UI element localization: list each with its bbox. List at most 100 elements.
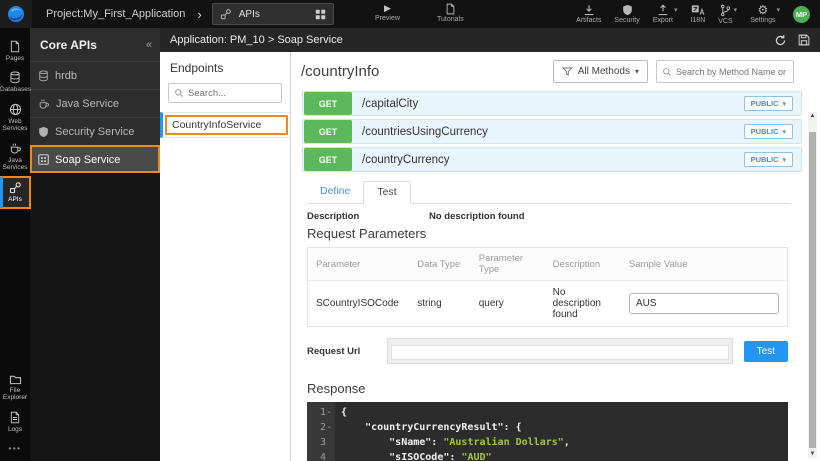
scrollbar-thumb[interactable] [809, 132, 816, 448]
chevron-down-icon: ▾ [734, 6, 738, 14]
application-breadcrumb: Application: PM_10 > Soap Service [170, 34, 774, 46]
translate-icon [691, 4, 705, 16]
param-name-cell: SCountryISOCode [308, 281, 410, 327]
user-avatar[interactable]: MP [793, 6, 810, 23]
chevron-down-icon: ▾ [782, 156, 786, 164]
export-button[interactable]: Export ▾ [653, 4, 678, 24]
refresh-icon[interactable] [774, 34, 787, 47]
soap-service-icon [38, 154, 49, 165]
preview-button[interactable]: ▶ Preview [375, 3, 400, 22]
request-parameters-table: Parameter Data Type Parameter Type Descr… [307, 247, 788, 327]
collapse-panel-icon[interactable]: « [146, 39, 152, 51]
endpoint-row-capitalcity[interactable]: GET /capitalCity PUBLIC ▾ [302, 91, 802, 116]
tutorials-button[interactable]: Tutorials [437, 3, 464, 23]
topbar-right-actions: Artifacts Security Export ▾ [576, 4, 820, 25]
description-value: No description found [429, 211, 525, 222]
service-path-title: /countryInfo [301, 63, 553, 80]
endpoint-row-countrycurrency[interactable]: GET /countryCurrency PUBLIC ▾ [302, 147, 802, 172]
visibility-dropdown[interactable]: PUBLIC ▾ [744, 96, 793, 111]
endpoint-service-item[interactable]: CountryInfoService [160, 112, 290, 138]
save-icon[interactable] [798, 34, 810, 46]
security-button[interactable]: Security [614, 4, 639, 24]
artifacts-button[interactable]: Artifacts [576, 4, 601, 24]
page-icon [9, 40, 21, 53]
core-api-item-soap-service[interactable]: Soap Service [30, 145, 160, 173]
method-search-input[interactable] [676, 67, 788, 77]
description-label: Description [307, 211, 429, 222]
editor-gutter: 1- 2- 3 4 5 6 [307, 402, 335, 461]
test-button[interactable]: Test [744, 341, 788, 362]
core-api-item-hrdb[interactable]: hrdb [30, 61, 160, 89]
sidebar-item-pages[interactable]: Pages [0, 36, 30, 67]
response-code-editor[interactable]: 1- 2- 3 4 5 6 { "countryCurrencyResult":… [307, 402, 788, 461]
request-url-row: Request Url Test [307, 338, 788, 364]
core-apis-title: Core APIs [40, 38, 146, 52]
coffee-icon [9, 142, 22, 155]
database-icon [38, 70, 49, 82]
database-icon [9, 71, 21, 84]
method-search[interactable] [656, 60, 794, 83]
i18n-button[interactable]: I18N [690, 4, 705, 24]
sidebar-item-file-explorer[interactable]: File Explorer [0, 370, 30, 407]
detail-tabs: Define Test [307, 181, 790, 204]
chevron-down-icon: ▾ [635, 67, 639, 76]
sidebar-item-java-services[interactable]: Java Services [0, 138, 30, 177]
shield-icon [622, 4, 633, 16]
endpoint-row-countriesusingcurrency[interactable]: GET /countriesUsingCurrency PUBLIC ▾ [302, 119, 802, 144]
visibility-dropdown[interactable]: PUBLIC ▾ [744, 152, 793, 167]
tab-define[interactable]: Define [307, 181, 363, 203]
document-icon [445, 3, 456, 15]
endpoint-list: GET /capitalCity PUBLIC ▾ GET /countries… [302, 91, 802, 172]
more-icon[interactable]: ••• [9, 438, 22, 461]
description-row: Description No description found [307, 211, 790, 222]
globe-icon [9, 103, 22, 116]
endpoints-title: Endpoints [160, 59, 290, 83]
sidebar-item-apis[interactable]: APIs [0, 177, 30, 208]
download-icon [583, 4, 595, 16]
app-logo[interactable] [0, 0, 32, 28]
visibility-dropdown[interactable]: PUBLIC ▾ [744, 124, 793, 139]
code-content: { "countryCurrencyResult": { "sName": "A… [335, 402, 570, 461]
parameter-type-cell: query [471, 281, 545, 327]
endpoints-search-input[interactable] [188, 88, 276, 99]
sidebar-item-logs[interactable]: Logs [0, 407, 30, 438]
fold-marker[interactable]: - [326, 405, 332, 420]
request-url-label: Request Url [307, 346, 387, 357]
search-icon [662, 67, 672, 77]
response-title: Response [307, 381, 790, 396]
column-header: Parameter [308, 248, 410, 281]
apis-workspace-tab[interactable]: APIs [212, 3, 334, 25]
core-api-item-java-service[interactable]: Java Service [30, 89, 160, 117]
topbar: Project:My_First_Application › APIs ▶ Pr… [0, 0, 820, 28]
apis-tab-label: APIs [239, 9, 308, 20]
fold-marker[interactable]: - [326, 420, 332, 435]
search-icon [174, 88, 184, 98]
request-url-input[interactable] [391, 345, 729, 360]
folder-icon [9, 374, 22, 385]
tab-test[interactable]: Test [363, 181, 410, 204]
sample-value-input[interactable] [629, 293, 779, 314]
core-api-item-security-service[interactable]: Security Service [30, 117, 160, 145]
chevron-down-icon: ▾ [782, 100, 786, 108]
api-icon [9, 181, 22, 194]
data-type-cell: string [409, 281, 471, 327]
chevron-down-icon: ▾ [674, 6, 678, 14]
main-scrollbar[interactable]: ▲ ▼ [808, 112, 817, 458]
core-apis-panel: Core APIs « hrdb [30, 28, 160, 461]
chevron-down-icon: ▾ [776, 6, 780, 14]
sidebar-item-databases[interactable]: Databases [0, 67, 30, 98]
table-row: SCountryISOCode string query No descript… [308, 281, 788, 327]
endpoints-search[interactable] [168, 83, 282, 103]
settings-button[interactable]: ⚙ Settings ▾ [750, 4, 780, 24]
column-header: Parameter Type [471, 248, 545, 281]
param-description-cell: No description found [545, 281, 621, 327]
methods-filter-dropdown[interactable]: All Methods ▾ [553, 60, 648, 83]
grid-icon[interactable] [315, 9, 326, 20]
code-line: "countryCurrencyResult": { [341, 420, 570, 435]
vcs-button[interactable]: VCS ▾ [718, 4, 737, 25]
code-line: { [341, 405, 570, 420]
sidebar-item-web-services[interactable]: Web Services [0, 99, 30, 138]
scroll-down-icon[interactable]: ▼ [808, 451, 817, 457]
git-branch-icon [720, 4, 731, 17]
scroll-up-icon[interactable]: ▲ [808, 113, 817, 119]
